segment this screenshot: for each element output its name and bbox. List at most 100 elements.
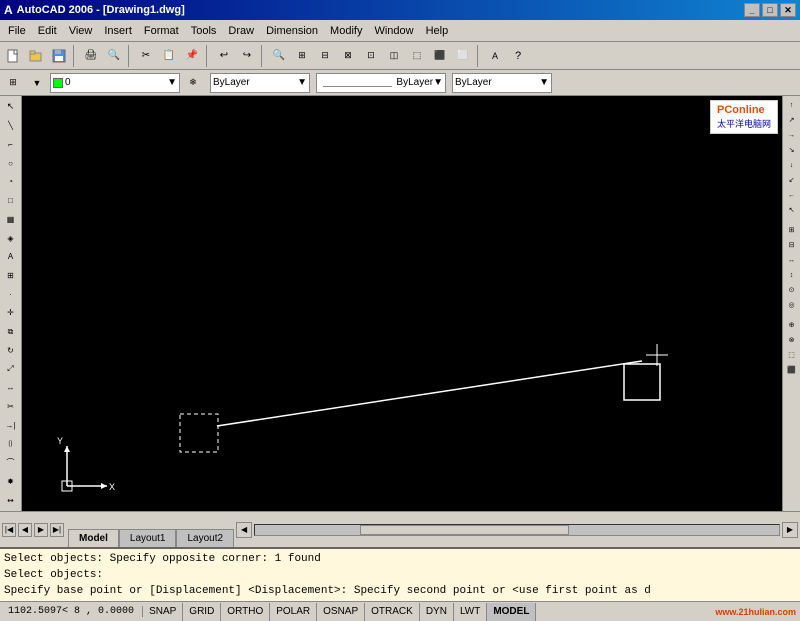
otrack-btn[interactable]: OTRACK bbox=[365, 603, 420, 621]
print-btn[interactable]: 🖨 bbox=[80, 45, 102, 67]
rt-btn5[interactable]: ↓ bbox=[785, 158, 799, 172]
prop-btn[interactable]: A bbox=[484, 45, 506, 67]
circle-btn[interactable]: ○ bbox=[2, 154, 20, 172]
menu-draw[interactable]: Draw bbox=[222, 23, 260, 39]
rt-btn12[interactable]: ↕ bbox=[785, 268, 799, 282]
minimize-btn[interactable]: _ bbox=[744, 3, 760, 17]
fillet-btn[interactable]: ⌒ bbox=[2, 454, 20, 472]
point-btn[interactable]: · bbox=[2, 285, 20, 303]
explode-btn[interactable]: ✸ bbox=[2, 473, 20, 491]
menu-tools[interactable]: Tools bbox=[185, 23, 223, 39]
rt-btn2[interactable]: ↗ bbox=[785, 113, 799, 127]
zoom5-btn[interactable]: ⊡ bbox=[360, 45, 382, 67]
hscroll-right-btn[interactable]: ▶ bbox=[782, 522, 798, 538]
zoom4-btn[interactable]: ⊠ bbox=[337, 45, 359, 67]
hscroll-track[interactable] bbox=[254, 524, 780, 536]
rt-btn9[interactable]: ⊞ bbox=[785, 223, 799, 237]
rt-btn11[interactable]: ↔ bbox=[785, 253, 799, 267]
rt-btn3[interactable]: → bbox=[785, 128, 799, 142]
layer-mgr-btn[interactable]: ⊞ bbox=[2, 72, 24, 94]
help-btn[interactable]: ? bbox=[507, 45, 529, 67]
model-btn[interactable]: MODEL bbox=[487, 603, 536, 621]
tab-layout2[interactable]: Layout2 bbox=[176, 529, 234, 547]
zoom3-btn[interactable]: ⊟ bbox=[314, 45, 336, 67]
extend-btn[interactable]: →| bbox=[2, 416, 20, 434]
tab-next-btn[interactable]: ▶ bbox=[34, 523, 48, 537]
snap-btn[interactable]: SNAP bbox=[143, 603, 183, 621]
zoom8-btn[interactable]: ⬛ bbox=[429, 45, 451, 67]
menu-file[interactable]: File bbox=[2, 23, 32, 39]
linetype-combo[interactable]: ByLayer ▼ bbox=[316, 73, 446, 93]
insert-btn[interactable]: ⊞ bbox=[2, 267, 20, 285]
rt-btn4[interactable]: ↘ bbox=[785, 143, 799, 157]
rt-btn17[interactable]: ⬚ bbox=[785, 348, 799, 362]
lineweight-combo[interactable]: ByLayer ▼ bbox=[452, 73, 552, 93]
zoom2-btn[interactable]: ⊞ bbox=[291, 45, 313, 67]
cut-btn[interactable]: ✂ bbox=[135, 45, 157, 67]
polyline-btn[interactable]: ⌐ bbox=[2, 135, 20, 153]
zoom7-btn[interactable]: ⬚ bbox=[406, 45, 428, 67]
layer-states-btn[interactable]: ▼ bbox=[26, 72, 48, 94]
dyn-btn[interactable]: DYN bbox=[420, 603, 454, 621]
rt-btn1[interactable]: ↑ bbox=[785, 98, 799, 112]
hscroll-left-btn[interactable]: ◀ bbox=[236, 522, 252, 538]
zoom6-btn[interactable]: ◫ bbox=[383, 45, 405, 67]
copy-tool-btn[interactable]: ⧉ bbox=[2, 323, 20, 341]
text-btn[interactable]: A bbox=[2, 248, 20, 266]
save-btn[interactable] bbox=[48, 45, 70, 67]
rt-btn8[interactable]: ↖ bbox=[785, 203, 799, 217]
select-btn[interactable]: ↖ bbox=[2, 98, 20, 116]
tab-prev-btn[interactable]: ◀ bbox=[18, 523, 32, 537]
hatch-btn[interactable]: ▦ bbox=[2, 210, 20, 228]
tab-last-btn[interactable]: ▶| bbox=[50, 523, 64, 537]
arc-btn[interactable]: ◔ bbox=[2, 173, 20, 191]
move-btn[interactable]: ✛ bbox=[2, 304, 20, 322]
preview-btn[interactable]: 🔍 bbox=[103, 45, 125, 67]
rt-btn15[interactable]: ⊕ bbox=[785, 318, 799, 332]
menu-window[interactable]: Window bbox=[368, 23, 419, 39]
rt-btn7[interactable]: ← bbox=[785, 188, 799, 202]
menu-help[interactable]: Help bbox=[420, 23, 455, 39]
zoom-btn[interactable]: 🔍 bbox=[268, 45, 290, 67]
rt-btn6[interactable]: ↙ bbox=[785, 173, 799, 187]
paste-btn[interactable]: 📌 bbox=[181, 45, 203, 67]
grid-btn[interactable]: GRID bbox=[183, 603, 221, 621]
layer-freeze-btn[interactable]: ❄ bbox=[182, 72, 204, 94]
polar-btn[interactable]: POLAR bbox=[270, 603, 317, 621]
rotate-btn[interactable]: ↻ bbox=[2, 342, 20, 360]
tab-first-btn[interactable]: |◀ bbox=[2, 523, 16, 537]
redo-btn[interactable]: ↪ bbox=[236, 45, 258, 67]
zoom9-btn[interactable]: ⬜ bbox=[452, 45, 474, 67]
osnap-btn[interactable]: OSNAP bbox=[317, 603, 365, 621]
rt-btn14[interactable]: ◎ bbox=[785, 298, 799, 312]
close-btn[interactable]: ✕ bbox=[780, 3, 796, 17]
lwt-btn[interactable]: LWT bbox=[454, 603, 487, 621]
tab-model[interactable]: Model bbox=[68, 529, 119, 547]
tab-layout1[interactable]: Layout1 bbox=[119, 529, 177, 547]
undo-btn[interactable]: ↩ bbox=[213, 45, 235, 67]
new-btn[interactable] bbox=[2, 45, 24, 67]
layer-combo[interactable]: 0 ▼ bbox=[50, 73, 180, 93]
stretch-btn[interactable]: ↔ bbox=[2, 379, 20, 397]
rect-btn[interactable]: □ bbox=[2, 192, 20, 210]
ortho-btn[interactable]: ORTHO bbox=[221, 603, 270, 621]
rt-btn16[interactable]: ⊗ bbox=[785, 333, 799, 347]
menu-insert[interactable]: Insert bbox=[98, 23, 138, 39]
copy-btn[interactable]: 📋 bbox=[158, 45, 180, 67]
trim-btn[interactable]: ✂ bbox=[2, 398, 20, 416]
color-combo[interactable]: ByLayer ▼ bbox=[210, 73, 310, 93]
hscroll-thumb[interactable] bbox=[360, 525, 570, 535]
rt-btn10[interactable]: ⊟ bbox=[785, 238, 799, 252]
maximize-btn[interactable]: □ bbox=[762, 3, 778, 17]
rt-btn18[interactable]: ⬛ bbox=[785, 363, 799, 377]
distance-btn[interactable]: ↭ bbox=[2, 491, 20, 509]
line-btn[interactable]: ╲ bbox=[2, 117, 20, 135]
menu-view[interactable]: View bbox=[63, 23, 99, 39]
break-btn[interactable]: ⌷ bbox=[2, 435, 20, 453]
menu-modify[interactable]: Modify bbox=[324, 23, 368, 39]
menu-format[interactable]: Format bbox=[138, 23, 185, 39]
open-btn[interactable] bbox=[25, 45, 47, 67]
menu-dimension[interactable]: Dimension bbox=[260, 23, 324, 39]
scale-btn[interactable]: ⤢ bbox=[2, 360, 20, 378]
menu-edit[interactable]: Edit bbox=[32, 23, 63, 39]
